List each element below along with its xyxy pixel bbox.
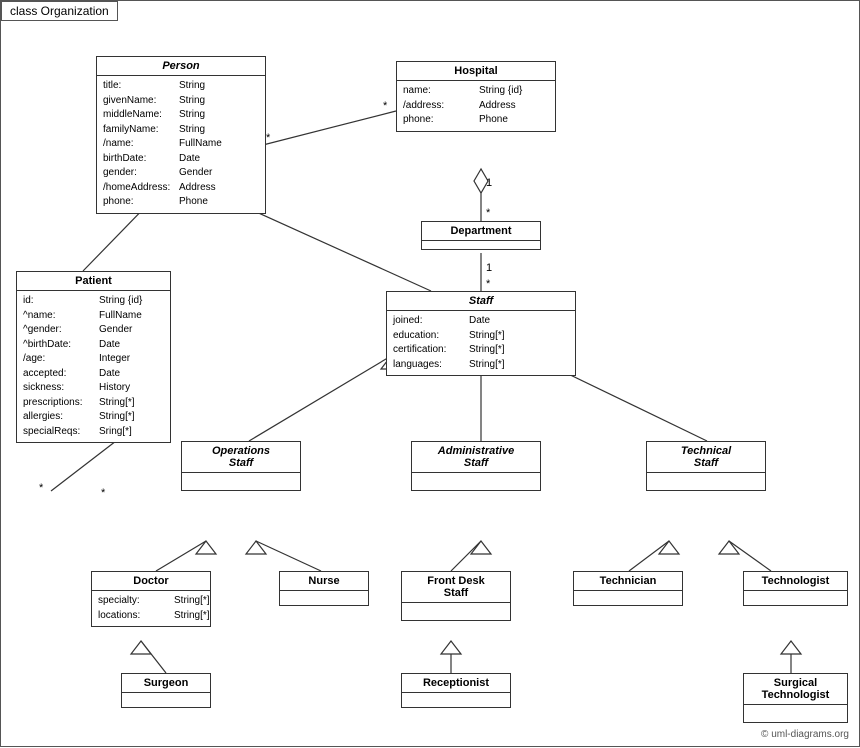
svg-text:*: * xyxy=(486,207,491,219)
technologist-title: Technologist xyxy=(744,572,847,591)
department-class: Department xyxy=(421,221,541,250)
admin-staff-title: Administrative Staff xyxy=(412,442,540,473)
technical-staff-class: Technical Staff xyxy=(646,441,766,491)
staff-class: Staff joined:Date education:String[*] ce… xyxy=(386,291,576,376)
operations-staff-class: Operations Staff xyxy=(181,441,301,491)
svg-text:1: 1 xyxy=(486,177,492,189)
person-class: Person title:String givenName:String mid… xyxy=(96,56,266,214)
svg-text:*: * xyxy=(486,278,491,290)
department-attrs xyxy=(422,241,540,249)
technician-class: Technician xyxy=(573,571,683,606)
receptionist-class: Receptionist xyxy=(401,673,511,708)
svg-text:*: * xyxy=(266,132,271,144)
nurse-attrs xyxy=(280,591,368,597)
surgical-technologist-attrs xyxy=(744,705,847,711)
technical-staff-title: Technical Staff xyxy=(647,442,765,473)
technologist-attrs xyxy=(744,591,847,597)
svg-text:*: * xyxy=(39,482,44,494)
front-desk-title: Front Desk Staff xyxy=(402,572,510,603)
nurse-class: Nurse xyxy=(279,571,369,606)
technician-attrs xyxy=(574,591,682,597)
hospital-class: Hospital name:String {id} /address:Addre… xyxy=(396,61,556,132)
hospital-title: Hospital xyxy=(397,62,555,81)
technician-title: Technician xyxy=(574,572,682,591)
surgical-technologist-title: Surgical Technologist xyxy=(744,674,847,705)
admin-staff-attrs xyxy=(412,473,540,479)
operations-staff-attrs xyxy=(182,473,300,479)
technical-staff-attrs xyxy=(647,473,765,479)
diagram-container: class Organization * * 1 * 1 * xyxy=(0,0,860,747)
operations-staff-title: Operations Staff xyxy=(182,442,300,473)
receptionist-attrs xyxy=(402,693,510,699)
technologist-class: Technologist xyxy=(743,571,848,606)
doctor-class: Doctor specialty:String[*] locations:Str… xyxy=(91,571,211,627)
surgeon-attrs xyxy=(122,693,210,699)
person-attrs: title:String givenName:String middleName… xyxy=(97,76,265,213)
admin-staff-class: Administrative Staff xyxy=(411,441,541,491)
patient-title: Patient xyxy=(17,272,170,291)
surgical-technologist-class: Surgical Technologist xyxy=(743,673,848,723)
svg-text:1: 1 xyxy=(486,262,492,274)
hospital-attrs: name:String {id} /address:Address phone:… xyxy=(397,81,555,131)
department-title: Department xyxy=(422,222,540,241)
doctor-attrs: specialty:String[*] locations:String[*] xyxy=(92,591,210,626)
svg-text:*: * xyxy=(383,100,388,112)
front-desk-attrs xyxy=(402,603,510,609)
patient-attrs: id:String {id} ^name:FullName ^gender:Ge… xyxy=(17,291,170,442)
copyright: © uml-diagrams.org xyxy=(761,729,849,740)
diagram-title: class Organization xyxy=(1,1,118,21)
staff-title: Staff xyxy=(387,292,575,311)
surgeon-class: Surgeon xyxy=(121,673,211,708)
person-title: Person xyxy=(97,57,265,76)
front-desk-staff-class: Front Desk Staff xyxy=(401,571,511,621)
nurse-title: Nurse xyxy=(280,572,368,591)
receptionist-title: Receptionist xyxy=(402,674,510,693)
staff-attrs: joined:Date education:String[*] certific… xyxy=(387,311,575,375)
patient-class: Patient id:String {id} ^name:FullName ^g… xyxy=(16,271,171,443)
surgeon-title: Surgeon xyxy=(122,674,210,693)
doctor-title: Doctor xyxy=(92,572,210,591)
svg-text:*: * xyxy=(101,487,106,499)
